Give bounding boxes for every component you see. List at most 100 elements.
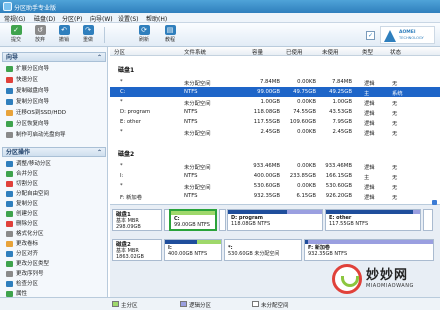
split-icon [6, 181, 13, 187]
sidebar-item-recovery[interactable]: 分区恢复向导 [4, 119, 106, 129]
partition-block[interactable]: E: other 117.55GB NTFS [325, 209, 421, 231]
bootable-cd-icon [6, 132, 13, 138]
redo-button[interactable]: ↷ 重做 [76, 25, 100, 45]
col-type[interactable]: 类型 [362, 48, 373, 56]
sidebar-item-copy-partition[interactable]: 复制分区向导 [4, 97, 106, 107]
table-row[interactable]: * 未分配空间 1.00GB 0.00KB 1.00GB 逻辑 无 [110, 97, 440, 107]
format-icon [6, 231, 13, 237]
menu-help[interactable]: 帮助(H) [146, 14, 167, 23]
table-row[interactable]: I: NTFS 400.00GB 233.85GB 166.15GB 主 无 [110, 171, 440, 181]
sidebar-item-extend-wizard[interactable]: 扩展分区向导 [4, 64, 106, 74]
menu-settings[interactable]: 设置(S) [118, 14, 139, 23]
allocate-icon [6, 191, 13, 197]
option-checkbox-icon[interactable]: ✓ [366, 31, 375, 40]
sidebar-item-bootable-cd[interactable]: 制作可启动光盘向导 [4, 130, 106, 140]
partition-block[interactable] [219, 209, 226, 231]
col-partition[interactable]: 分区 [114, 48, 125, 56]
sidebar-item-create[interactable]: 创建分区 [4, 209, 106, 219]
toolbar: ✓ 提交 ↺ 放弃 ↶ 撤销 ↷ 重做 ⟳ 刷新 ▤ 教程 ✓ AOMEI TE… [0, 23, 440, 47]
undo-button[interactable]: ↶ 撤销 [52, 25, 76, 45]
aomei-logo-icon [384, 30, 396, 42]
table-row[interactable]: * 未分配空间 530.60GB 0.00KB 530.60GB 逻辑 无 [110, 181, 440, 191]
col-capacity[interactable]: 容量 [252, 48, 263, 56]
legend-unallocated: 未分配空间 [252, 301, 289, 309]
undo-icon: ↶ [58, 25, 70, 35]
refresh-button[interactable]: ⟳ 刷新 [132, 25, 156, 45]
sidebar-item-label[interactable]: 更改卷标 [4, 239, 106, 249]
sidebar-item-allocate[interactable]: 分配自由空间 [4, 189, 106, 199]
col-used[interactable]: 已使用 [286, 48, 303, 56]
partition-block[interactable]: I: 400.00GB NTFS [164, 239, 222, 261]
sidebar-item-merge[interactable]: 合并分区 [4, 169, 106, 179]
sidebar-item-format[interactable]: 格式化分区 [4, 229, 106, 239]
partition-block[interactable]: D: program 118.08GB NTFS [227, 209, 323, 231]
menu-wizard[interactable]: 向导(W) [90, 14, 113, 23]
sidebar-item-change-type[interactable]: 更改分区类型 [4, 259, 106, 269]
col-status[interactable]: 状态 [390, 48, 401, 56]
discard-icon: ↺ [34, 25, 46, 35]
apply-button[interactable]: ✓ 提交 [4, 25, 28, 45]
partition-block[interactable]: F: 新加卷 932.35GB NTFS [304, 239, 434, 261]
create-icon [6, 211, 13, 217]
collapse-icon[interactable]: ⌃ [97, 53, 102, 62]
label-icon [6, 241, 13, 247]
sidebar-item-copy-disk[interactable]: 复制磁盘向导 [4, 86, 106, 96]
sidebar-item-check[interactable]: 检查分区 [4, 279, 106, 289]
legend-primary: 主分区 [112, 301, 138, 309]
copy-disk-icon [6, 88, 13, 94]
table-row-selected[interactable]: C: NTFS 99.00GB 49.75GB 49.25GB 主 系统 [110, 87, 440, 97]
table-row[interactable]: * 未分配空间 2.45GB 0.00KB 2.45GB 逻辑 无 [110, 127, 440, 137]
wizard-panel-header[interactable]: 向导 ⌃ [2, 52, 106, 62]
legend-logical: 逻辑分区 [180, 301, 211, 309]
disk1-box[interactable]: 磁盘1 基本 MBR 298.09GB [112, 209, 162, 231]
sidebar-item-align[interactable]: 分区对齐 [4, 249, 106, 259]
menu-disk[interactable]: 磁盘(D) [34, 14, 55, 23]
watermark-logo-icon [332, 264, 362, 294]
check-icon: ✓ [10, 25, 22, 35]
partition-block-selected[interactable]: C: 99.00GB NTFS [169, 209, 217, 231]
quick-partition-icon [6, 77, 13, 83]
logical-swatch-icon [180, 301, 187, 307]
toolbar-divider [104, 27, 105, 43]
sidebar-item-quick-partition[interactable]: 快速分区 [4, 75, 106, 85]
resize-icon [6, 161, 13, 167]
menu-partition[interactable]: 分区(P) [62, 14, 82, 23]
tutorial-icon: ▤ [164, 25, 176, 35]
partition-block[interactable] [423, 209, 433, 231]
copy-partition-icon [6, 99, 13, 105]
sidebar-item-resize[interactable]: 调整/移动分区 [4, 159, 106, 169]
sidebar-item-split[interactable]: 切割分区 [4, 179, 106, 189]
disk1-label: 磁盘1 [118, 67, 135, 74]
title-bar: 分区助手专业版 [0, 0, 440, 13]
col-filesystem[interactable]: 文件系统 [184, 48, 206, 56]
change-type-icon [6, 261, 13, 267]
sidebar-item-migrate-os[interactable]: 迁移OS到SSD/HDD [4, 108, 106, 118]
sidebar-item-serial[interactable]: 更改序列号 [4, 269, 106, 279]
col-free[interactable]: 未使用 [322, 48, 339, 56]
watermark: 妙妙网 MIAOMIAOWANG [330, 262, 438, 302]
refresh-icon: ⟳ [138, 25, 150, 35]
menu-general[interactable]: 常规(G) [4, 14, 25, 23]
brand-logo: AOMEI TECHNOLOGY [380, 26, 435, 44]
table-header: 分区 文件系统 容量 已使用 未使用 类型 状态 [110, 47, 440, 56]
align-icon [6, 251, 13, 257]
app-icon [3, 2, 12, 11]
disk2-box[interactable]: 磁盘2 基本 MBR 1863.02GB [112, 239, 162, 261]
tutorial-button[interactable]: ▤ 教程 [158, 25, 182, 45]
partition-block[interactable]: *: 530.60GB 未分配空间 [224, 239, 302, 261]
table-row[interactable]: * 未分配空间 7.84MB 0.00KB 7.84MB 逻辑 无 [110, 77, 440, 87]
sidebar-item-copy[interactable]: 复制分区 [4, 199, 106, 209]
table-row[interactable]: D: program NTFS 118.08GB 74.55GB 43.53GB… [110, 107, 440, 117]
redo-icon: ↷ [82, 25, 94, 35]
table-row[interactable]: F: 新加卷 NTFS 932.35GB 6.15GB 926.20GB 逻辑 … [110, 191, 440, 201]
extend-icon [6, 66, 13, 72]
table-row[interactable]: * 未分配空间 933.46MB 0.00KB 933.46MB 逻辑 无 [110, 161, 440, 171]
delete-icon [6, 221, 13, 227]
check-partition-icon [6, 281, 13, 287]
ops-panel-header[interactable]: 分区操作 ⌃ [2, 147, 106, 157]
collapse-icon[interactable]: ⌃ [97, 148, 102, 157]
discard-button[interactable]: ↺ 放弃 [28, 25, 52, 45]
sidebar-item-delete[interactable]: 删除分区 [4, 219, 106, 229]
table-row[interactable]: E: other NTFS 117.55GB 109.60GB 7.95GB 逻… [110, 117, 440, 127]
partition-table: 分区 文件系统 容量 已使用 未使用 类型 状态 磁盘1 * 未分配空间 7.8… [110, 47, 440, 205]
